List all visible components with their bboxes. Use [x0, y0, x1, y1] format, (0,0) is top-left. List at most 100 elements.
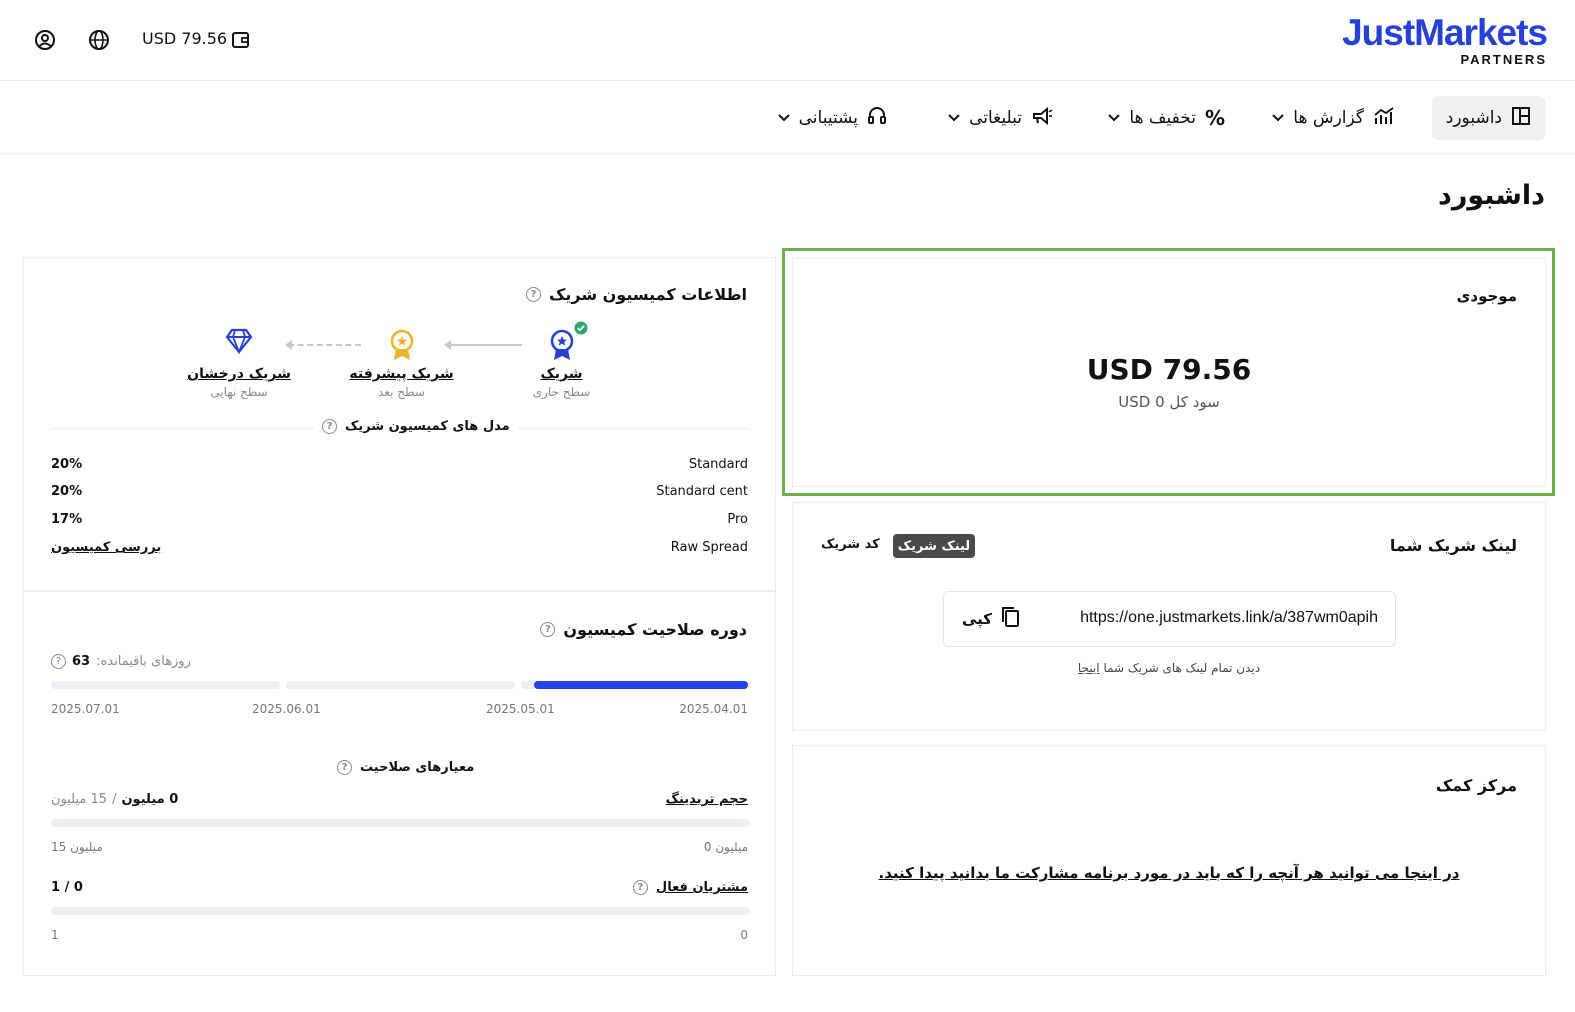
- models-title-row: مدل های کمیسیون شریک ?: [314, 419, 518, 434]
- clients-min: 0: [740, 928, 748, 942]
- model-name: Raw Spread: [670, 540, 748, 555]
- nav-label: تبلیغاتی: [969, 108, 1022, 128]
- clients-max: 1: [51, 928, 59, 942]
- nav-dashboard[interactable]: داشبورد: [1431, 96, 1545, 140]
- partner-url-box: https://one.justmarkets.link/a/387wm0api…: [943, 591, 1396, 647]
- chevron-down-icon: [777, 111, 790, 125]
- qualification-card: دوره صلاحیت کمیسیون ? روزهای باقیمانده: …: [23, 591, 776, 976]
- page-title: داشبورد: [1437, 180, 1545, 211]
- volume-min: 0 میلیون: [703, 840, 748, 854]
- volume-value: 0 میلیون / 15 میلیون: [51, 792, 178, 807]
- level-final: شریک درخشان سطح نهایی: [184, 328, 294, 399]
- period-progress: [534, 681, 748, 689]
- logo-sub: PARTNERS: [1460, 52, 1547, 67]
- date-label: 2025.07.01: [51, 702, 120, 716]
- volume-max: 15 میلیون: [51, 840, 103, 854]
- chevron-down-icon: [1272, 111, 1284, 125]
- days-label: روزهای باقیمانده:: [96, 654, 191, 669]
- date-label: 2025.05.01: [486, 702, 555, 716]
- level-name: شریک: [540, 366, 583, 382]
- model-value: 17%: [51, 512, 83, 527]
- period-bar-july: [51, 681, 280, 689]
- percent-icon: %: [1204, 106, 1225, 130]
- see-all-link[interactable]: اینجا: [1078, 661, 1100, 675]
- wallet-icon[interactable]: [229, 28, 253, 52]
- chevron-down-icon: [1108, 111, 1121, 125]
- level-sub: سطح جاری: [532, 385, 591, 399]
- partner-url[interactable]: https://one.justmarkets.link/a/387wm0api…: [1080, 609, 1378, 627]
- volume-progress-track: [51, 819, 750, 827]
- level-name: شریک پیشرفته: [349, 366, 454, 382]
- help-icon[interactable]: ?: [51, 654, 66, 669]
- models-title: مدل های کمیسیون شریک: [345, 419, 510, 434]
- level-connector: [288, 344, 361, 346]
- nav-support[interactable]: پشتیبانی: [764, 96, 901, 140]
- help-icon[interactable]: ?: [540, 622, 556, 637]
- volume-current: 0 میلیون: [121, 792, 179, 807]
- nav-label: داشبورد: [1445, 108, 1502, 128]
- volume-target: 15 میلیون: [51, 792, 108, 807]
- level-current: شریک سطح جاری: [514, 321, 609, 399]
- nav-label: تخفیف ها: [1129, 108, 1196, 128]
- model-name: Pro: [727, 512, 748, 527]
- days-remaining: روزهای باقیمانده: 63 ?: [51, 654, 191, 669]
- globe-icon[interactable]: [87, 28, 111, 52]
- nav-label: پشتیبانی: [798, 108, 858, 128]
- check-commission-link[interactable]: بررسی کمیسیون: [51, 540, 161, 555]
- model-name: Standard cent: [656, 484, 748, 499]
- chevron-down-icon: [948, 111, 960, 125]
- check-icon: [574, 321, 588, 335]
- help-icon[interactable]: ?: [337, 760, 352, 775]
- qualification-title: دوره صلاحیت کمیسیون: [563, 620, 747, 639]
- chart-icon: [1373, 106, 1395, 131]
- clients-label-row: مشتریان فعال ?: [632, 880, 748, 895]
- megaphone-icon: [1031, 106, 1053, 131]
- logo[interactable]: JustMarkets PARTNERS: [1342, 12, 1548, 67]
- level-name: شریک درخشان: [187, 366, 291, 382]
- main-nav: داشبورد گزارش ها % تخفیف ها تبلیغاتی پشت…: [0, 82, 1575, 154]
- help-center-card: مرکز کمک در اینجا می توانید هر آنچه را ک…: [792, 745, 1546, 976]
- ribbon-icon: [514, 321, 609, 362]
- headset-icon: [867, 105, 887, 132]
- tab-partner-code[interactable]: کد شریک: [821, 537, 880, 552]
- nav-reports[interactable]: گزارش ها: [1258, 96, 1409, 140]
- period-bar-june: [286, 681, 515, 689]
- clients-label[interactable]: مشتریان فعال: [656, 880, 748, 895]
- commission-card: اطلاعات کمیسیون شریک ? شریک سطح جاری شری…: [23, 257, 776, 591]
- partner-link-card: لینک شریک شما لینک شریک کد شریک https://…: [792, 502, 1546, 731]
- commission-title: اطلاعات کمیسیون شریک: [549, 285, 747, 304]
- level-next: شریک پیشرفته سطح بعد: [344, 328, 459, 399]
- highlight-frame: [782, 248, 1555, 496]
- model-value: 20%: [51, 457, 83, 472]
- clients-progress-track: [51, 907, 750, 915]
- commission-title-row: اطلاعات کمیسیون شریک ?: [526, 285, 747, 304]
- nav-label: گزارش ها: [1293, 108, 1364, 128]
- clients-value: 0 / 1: [51, 880, 83, 895]
- copy-label: کپی: [962, 610, 993, 628]
- help-center-title: مرکز کمک: [1435, 776, 1517, 795]
- see-all-text: دیدن تمام لینک های شریک شما: [1103, 661, 1261, 675]
- see-all-links: دیدن تمام لینک های شریک شما اینجا: [793, 661, 1545, 675]
- copy-icon: [1000, 606, 1020, 632]
- date-label: 2025.04.01: [679, 702, 748, 716]
- user-icon[interactable]: [33, 28, 57, 52]
- days-value: 63: [72, 654, 91, 669]
- medal-icon: [344, 328, 459, 362]
- help-icon[interactable]: ?: [632, 880, 648, 895]
- level-sub: سطح بعد: [378, 385, 425, 399]
- copy-button[interactable]: کپی: [962, 606, 1020, 632]
- model-name: Standard: [688, 457, 748, 472]
- help-icon[interactable]: ?: [322, 419, 337, 434]
- volume-sep: /: [112, 792, 117, 807]
- nav-promo[interactable]: تبلیغاتی: [934, 96, 1067, 140]
- tab-partner-link[interactable]: لینک شریک: [893, 534, 975, 558]
- model-value: 20%: [51, 484, 83, 499]
- logo-brand: JustMarkets: [1342, 12, 1548, 53]
- partner-link-title: لینک شریک شما: [1389, 536, 1517, 555]
- nav-discounts[interactable]: % تخفیف ها: [1094, 96, 1239, 140]
- volume-label[interactable]: حجم تریدینگ: [666, 792, 748, 807]
- help-center-link[interactable]: در اینجا می توانید هر آنچه را که باید در…: [793, 864, 1545, 882]
- help-icon[interactable]: ?: [526, 287, 541, 302]
- top-bar: USD 79.56 JustMarkets PARTNERS: [0, 0, 1575, 81]
- header-balance: USD 79.56: [142, 29, 228, 48]
